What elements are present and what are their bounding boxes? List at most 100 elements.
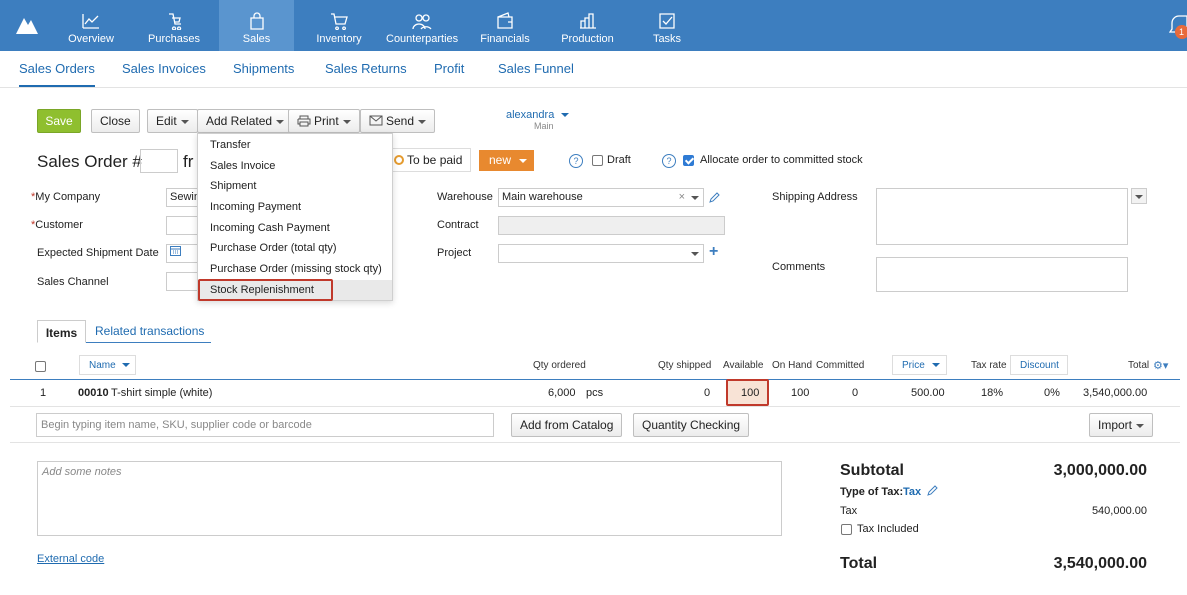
menu-item-purchase-order-total[interactable]: Purchase Order (total qty) (210, 242, 337, 254)
address-dropdown-button[interactable] (1131, 188, 1147, 204)
item-code: 00010 (78, 387, 109, 399)
order-number-input[interactable] (140, 149, 178, 173)
nav-counterparties[interactable]: Counterparties (386, 0, 458, 51)
menu-item-incoming-cash-payment[interactable]: Incoming Cash Payment (210, 222, 330, 234)
col-qty-ordered: Qty ordered (533, 360, 586, 371)
menu-item-transfer[interactable]: Transfer (210, 139, 251, 151)
warehouse-field[interactable]: Main warehouse × (498, 188, 704, 207)
tax-rate-value[interactable]: 18% (981, 387, 1003, 399)
comments-field[interactable] (876, 257, 1128, 292)
save-button[interactable]: Save (37, 109, 81, 133)
tax-included-checkbox[interactable] (841, 524, 852, 535)
subtotal-value: 3,000,000.00 (1053, 462, 1147, 479)
pencil-icon[interactable] (709, 192, 720, 203)
page-title: Sales Order # (37, 152, 142, 171)
import-button[interactable]: Import (1089, 413, 1154, 437)
customer-label: *Customer (31, 219, 83, 231)
help-icon[interactable]: ? (569, 154, 583, 168)
chevron-down-icon[interactable] (691, 252, 699, 256)
edit-button[interactable]: Edit (147, 109, 198, 133)
nav-inventory[interactable]: Inventory (315, 0, 363, 51)
status-dropdown[interactable]: new (479, 150, 534, 171)
envelope-icon (369, 115, 383, 126)
unit: pcs (586, 387, 604, 399)
item-name[interactable]: T-shirt simple (white) (111, 387, 212, 399)
user-subtitle: Main (534, 121, 554, 131)
add-related-button[interactable]: Add Related (197, 109, 294, 133)
user-selector[interactable]: alexandra (506, 109, 570, 121)
type-of-tax-label: Type of Tax: (840, 486, 904, 498)
menu-item-incoming-payment[interactable]: Incoming Payment (210, 201, 301, 213)
tab-shipments[interactable]: Shipments (233, 61, 294, 76)
col-on-hand: On Hand (772, 360, 813, 371)
stock-replenishment-highlight (198, 279, 333, 301)
on-hand-value: 100 (791, 387, 810, 399)
tab-profit[interactable]: Profit (434, 61, 464, 76)
col-discount[interactable]: Discount (1020, 360, 1059, 371)
menu-item-shipment[interactable]: Shipment (210, 180, 256, 192)
add-from-catalog-button[interactable]: Add from Catalog (511, 413, 623, 437)
add-related-menu: Transfer Sales Invoice Shipment Incoming… (197, 133, 393, 301)
close-button[interactable]: Close (91, 109, 140, 133)
price-value[interactable]: 500.00 (911, 387, 945, 399)
draft-checkbox[interactable] (592, 155, 603, 166)
settings-gear-icon[interactable]: ⚙▾ (1153, 359, 1168, 372)
committed-value: 0 (852, 387, 859, 399)
people-icon (412, 14, 432, 30)
add-item-input[interactable]: Begin typing item name, SKU, supplier co… (36, 413, 494, 437)
select-all-checkbox[interactable] (35, 361, 46, 372)
allocate-checkbox[interactable] (683, 155, 694, 166)
external-code-link[interactable]: External code (37, 553, 104, 565)
send-button[interactable]: Send (360, 109, 436, 133)
tab-sales-invoices[interactable]: Sales Invoices (122, 61, 206, 76)
chevron-down-icon[interactable] (691, 196, 699, 200)
add-project-icon[interactable]: + (709, 243, 718, 261)
tab-sales-orders[interactable]: Sales Orders (19, 61, 95, 87)
notes-field[interactable]: Add some notes (37, 461, 782, 536)
nav-sales[interactable]: Sales (219, 0, 294, 51)
contract-field[interactable] (498, 216, 725, 235)
menu-item-sales-invoice[interactable]: Sales Invoice (210, 160, 275, 172)
allocate-label: Allocate order to committed stock (700, 154, 863, 166)
tab-items[interactable]: Items (37, 320, 86, 343)
col-qty-shipped: Qty shipped (658, 360, 712, 371)
nav-tasks[interactable]: Tasks (650, 0, 684, 51)
project-field[interactable] (498, 244, 704, 263)
print-button[interactable]: Print (288, 109, 360, 133)
menu-item-purchase-order-missing[interactable]: Purchase Order (missing stock qty) (210, 263, 382, 275)
nav-financials[interactable]: Financials (480, 0, 530, 51)
tab-sales-returns[interactable]: Sales Returns (325, 61, 407, 76)
warehouse-label: Warehouse (437, 191, 493, 203)
nav-purchases[interactable]: Purchases (146, 0, 202, 51)
type-of-tax-value[interactable]: Tax (903, 486, 921, 498)
tab-sales-funnel[interactable]: Sales Funnel (498, 61, 574, 76)
tax-label: Tax (840, 505, 858, 517)
col-name[interactable]: Name (89, 360, 131, 371)
col-tax-rate: Tax rate (971, 360, 1007, 371)
qty-ordered[interactable]: 6,000 (548, 387, 576, 399)
chevron-down-icon (1136, 423, 1145, 428)
tax-included-label: Tax Included (857, 523, 919, 535)
qty-shipped: 0 (704, 387, 711, 399)
tab-related-transactions[interactable]: Related transactions (95, 324, 204, 338)
quantity-checking-button[interactable]: Quantity Checking (633, 413, 750, 437)
app-logo[interactable] (14, 14, 40, 36)
payment-status[interactable]: To be paid (381, 148, 472, 172)
chevron-down-icon (418, 119, 427, 124)
clear-icon[interactable]: × (679, 189, 685, 206)
sub-nav: Sales Orders Sales Invoices Shipments Sa… (0, 51, 1187, 88)
help-icon[interactable]: ? (662, 154, 676, 168)
nav-production[interactable]: Production (561, 0, 614, 51)
col-price[interactable]: Price (902, 360, 940, 371)
pencil-icon[interactable] (927, 485, 938, 496)
nav-overview[interactable]: Overview (66, 0, 116, 51)
draft-label: Draft (607, 154, 631, 166)
discount-value[interactable]: 0% (1044, 387, 1060, 399)
notification-badge: 1 (1175, 25, 1187, 39)
project-label: Project (437, 247, 472, 259)
factory-icon (579, 13, 596, 29)
col-committed: Committed (816, 360, 865, 371)
shipping-address-field[interactable] (876, 188, 1128, 245)
chevron-down-icon (931, 363, 940, 368)
total-value: 3,540,000.00 (1083, 387, 1148, 399)
